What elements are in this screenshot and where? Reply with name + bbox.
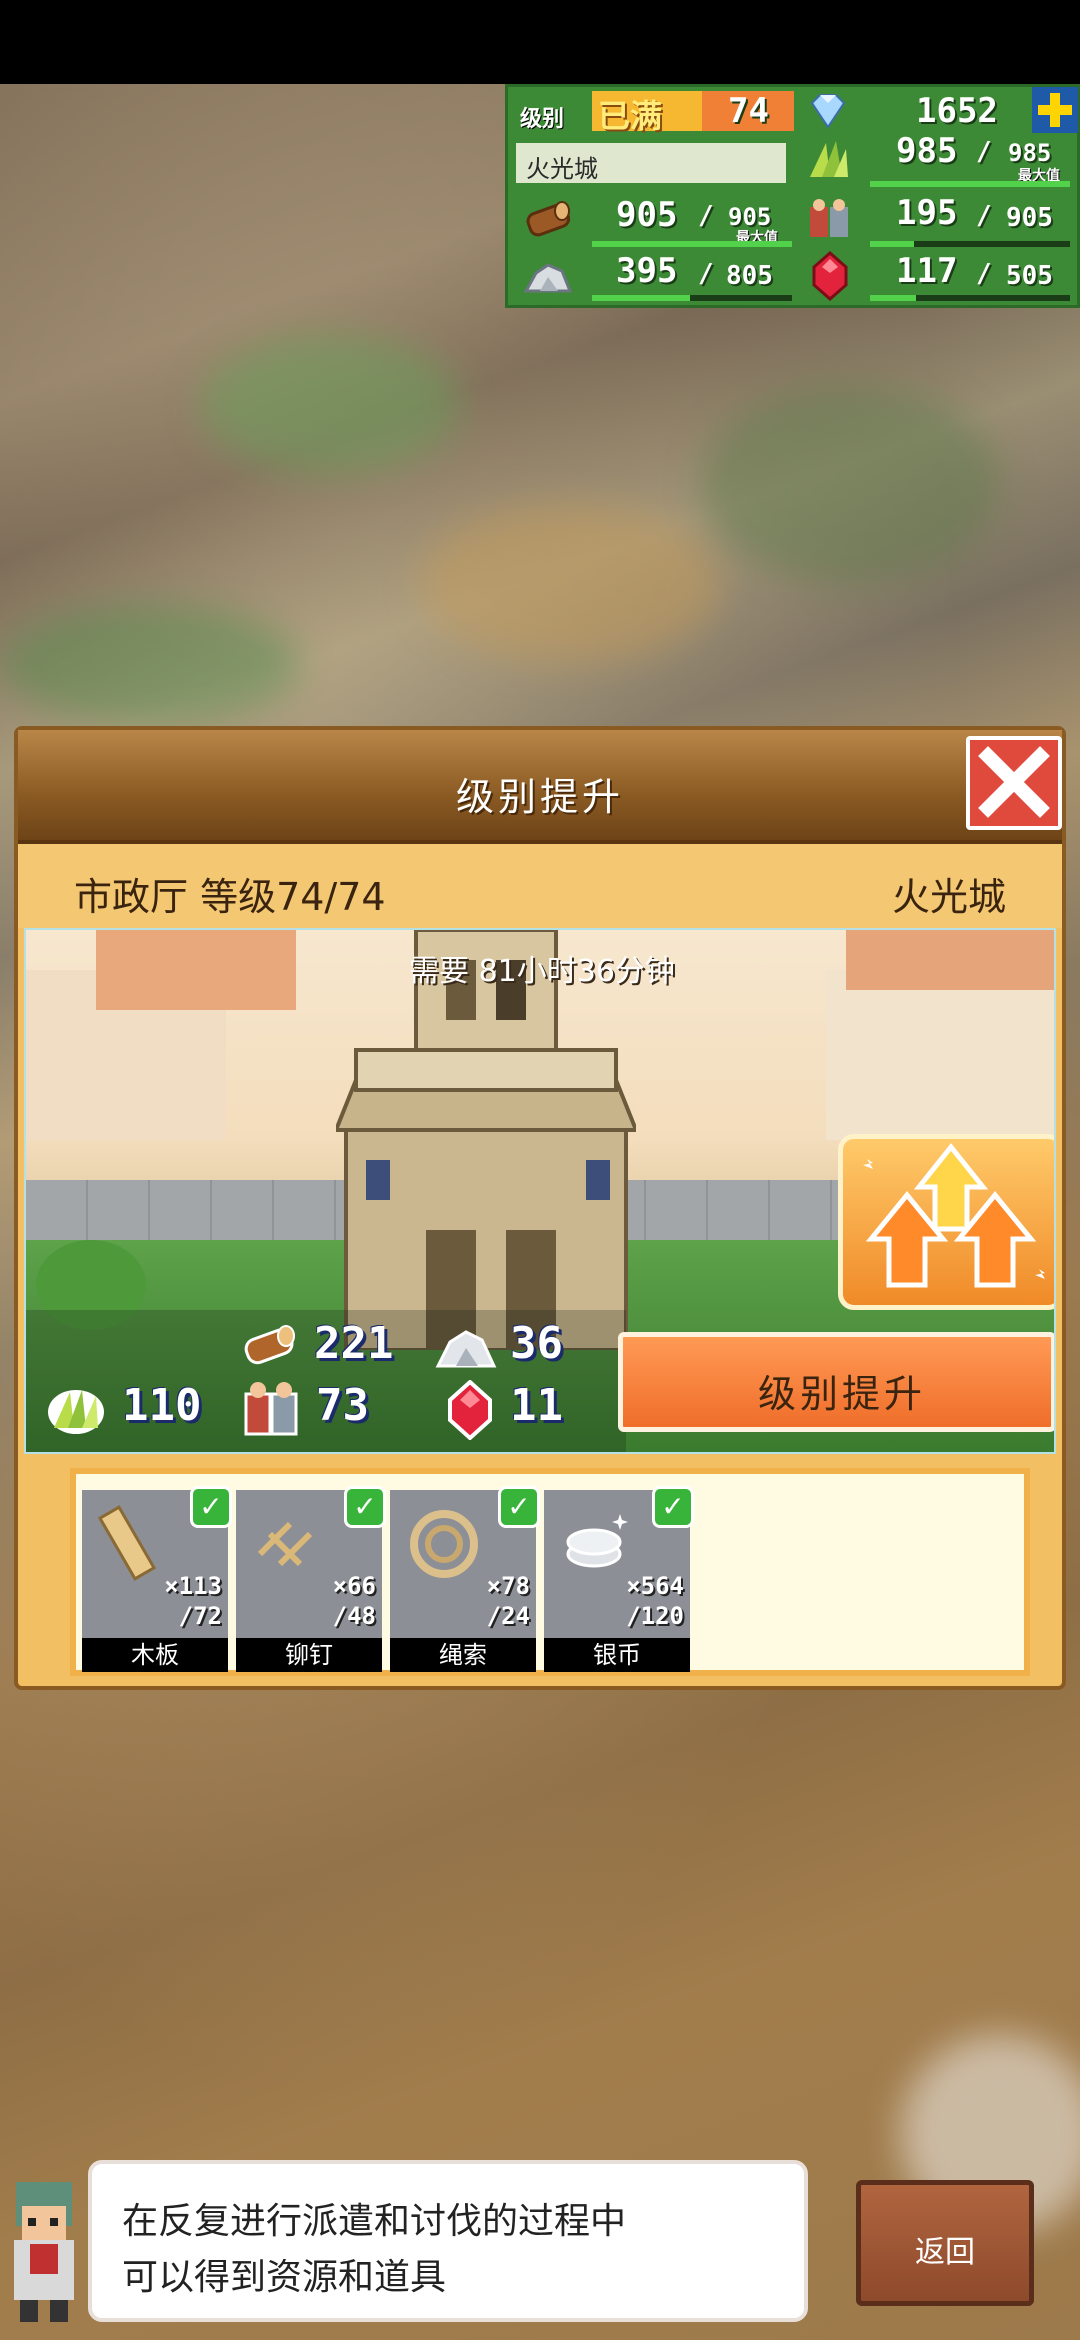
material-need: /48 [332, 1602, 376, 1630]
check-icon: ✓ [652, 1486, 694, 1528]
dialog-title: 级别提升 [455, 775, 624, 819]
cost-wood: 221 [314, 1318, 394, 1369]
food-bar [870, 181, 1070, 187]
material-name: 木板 [82, 1638, 228, 1672]
advisor-avatar [0, 2166, 90, 2326]
ruby-icon [812, 251, 848, 301]
material-have: ×66 [332, 1572, 376, 1600]
stone-max: 805 [726, 261, 773, 291]
food-icon [806, 137, 848, 177]
resource-hud: 级别 已满 74 1652 火光城 985 / 985 最大值 905 / 90… [505, 84, 1080, 308]
ruby-current: 117 [896, 251, 958, 291]
building-info-bar: 市政厅 等级74/74 火光城 [18, 844, 1062, 928]
check-icon: ✓ [344, 1486, 386, 1528]
tip-line-2: 可以得到资源和道具 [122, 2257, 447, 2298]
close-button[interactable] [966, 736, 1062, 830]
level-status-badge: 已满 [592, 91, 702, 135]
stone-icon [434, 1322, 498, 1372]
wood-bar [592, 241, 792, 247]
building-preview: 需要 81小时36分钟 221 36 110 73 11 级别提升 [24, 928, 1056, 1454]
close-icon [978, 746, 1050, 818]
gem-icon [806, 93, 846, 129]
ruby-max: 505 [1006, 261, 1053, 291]
back-button[interactable]: 返回 [856, 2180, 1034, 2306]
workers-icon [240, 1378, 304, 1442]
stone-current: 395 [616, 251, 678, 291]
level-label: 级别 [520, 107, 565, 132]
rope-icon [404, 1504, 484, 1588]
check-icon: ✓ [498, 1486, 540, 1528]
upgrade-button-label: 级别提升 [757, 1372, 926, 1416]
dialog-header: 级别提升 [18, 730, 1062, 844]
workers-bar [870, 241, 1070, 247]
wood-icon [240, 1320, 300, 1370]
material-item-planks[interactable]: ×113 /72 木板 ✓ [82, 1486, 232, 1672]
workers-max: 905 [1006, 203, 1053, 233]
level-value: 74 [728, 91, 769, 131]
material-have: ×78 [486, 1572, 530, 1600]
material-need: /72 [178, 1602, 222, 1630]
upgrade-arrows-icon [863, 1142, 1045, 1288]
cost-workers: 73 [316, 1380, 369, 1431]
material-need: /120 [626, 1602, 684, 1630]
cost-ruby: 11 [510, 1380, 563, 1431]
cost-stone: 36 [510, 1318, 563, 1369]
workers-icon [806, 197, 850, 241]
material-name: 铆钉 [236, 1638, 382, 1672]
building-level: 市政厅 等级74/74 [74, 875, 386, 919]
build-time: 需要 81小时36分钟 [409, 954, 675, 989]
rivets-icon [250, 1504, 330, 1588]
food-current: 985 [896, 131, 958, 171]
wood-current: 905 [616, 195, 678, 235]
level-value-cell: 74 [702, 91, 794, 131]
house-right [826, 970, 1054, 1140]
level-up-dialog: 级别提升 市政厅 等级74/74 火光城 需要 81小时36分钟 221 36 … [14, 726, 1066, 1690]
back-button-label: 返回 [915, 2235, 975, 2270]
town-name: 火光城 [526, 155, 598, 183]
stone-bar [592, 295, 792, 301]
material-need: /24 [486, 1602, 530, 1630]
workers-current: 195 [896, 193, 958, 233]
stone-icon [522, 255, 573, 295]
tip-bubble: 在反复进行派遣和讨伐的过程中 可以得到资源和道具 [88, 2160, 808, 2322]
town-hall-building [333, 930, 639, 1352]
required-materials-panel: ×113 /72 木板 ✓ ×66 /48 铆钉 ✓ ×78 /24 绳索 ✓ [70, 1468, 1030, 1676]
upgrade-button[interactable]: 级别提升 [618, 1332, 1054, 1432]
ruby-icon [446, 1379, 494, 1441]
town-name-cell: 火光城 [516, 143, 786, 183]
material-have: ×564 [626, 1572, 684, 1600]
level-label-cell: 级别 [512, 91, 592, 132]
plus-icon[interactable] [1032, 87, 1078, 133]
material-name: 绳索 [390, 1638, 536, 1672]
material-name: 银币 [544, 1638, 690, 1672]
material-item-rivets[interactable]: ×66 /48 铆钉 ✓ [236, 1486, 386, 1672]
wood-icon [522, 197, 571, 237]
upgrade-arrow-badge [838, 1134, 1054, 1310]
food-max: 985 [1008, 139, 1052, 167]
material-item-rope[interactable]: ×78 /24 绳索 ✓ [390, 1486, 540, 1672]
level-status: 已满 [598, 97, 663, 135]
material-have: ×113 [164, 1572, 222, 1600]
town-label: 火光城 [891, 875, 1006, 919]
food-icon [44, 1382, 108, 1438]
cost-food: 110 [122, 1380, 202, 1431]
ruby-bar [870, 295, 1070, 301]
status-bar [0, 0, 1080, 84]
tip-line-1: 在反复进行派遣和讨伐的过程中 [122, 2201, 627, 2242]
check-icon: ✓ [190, 1486, 232, 1528]
gem-count: 1652 [916, 91, 998, 131]
planks-icon [96, 1504, 166, 1588]
material-item-silver-coins[interactable]: ×564 /120 银币 ✓ [544, 1486, 694, 1672]
